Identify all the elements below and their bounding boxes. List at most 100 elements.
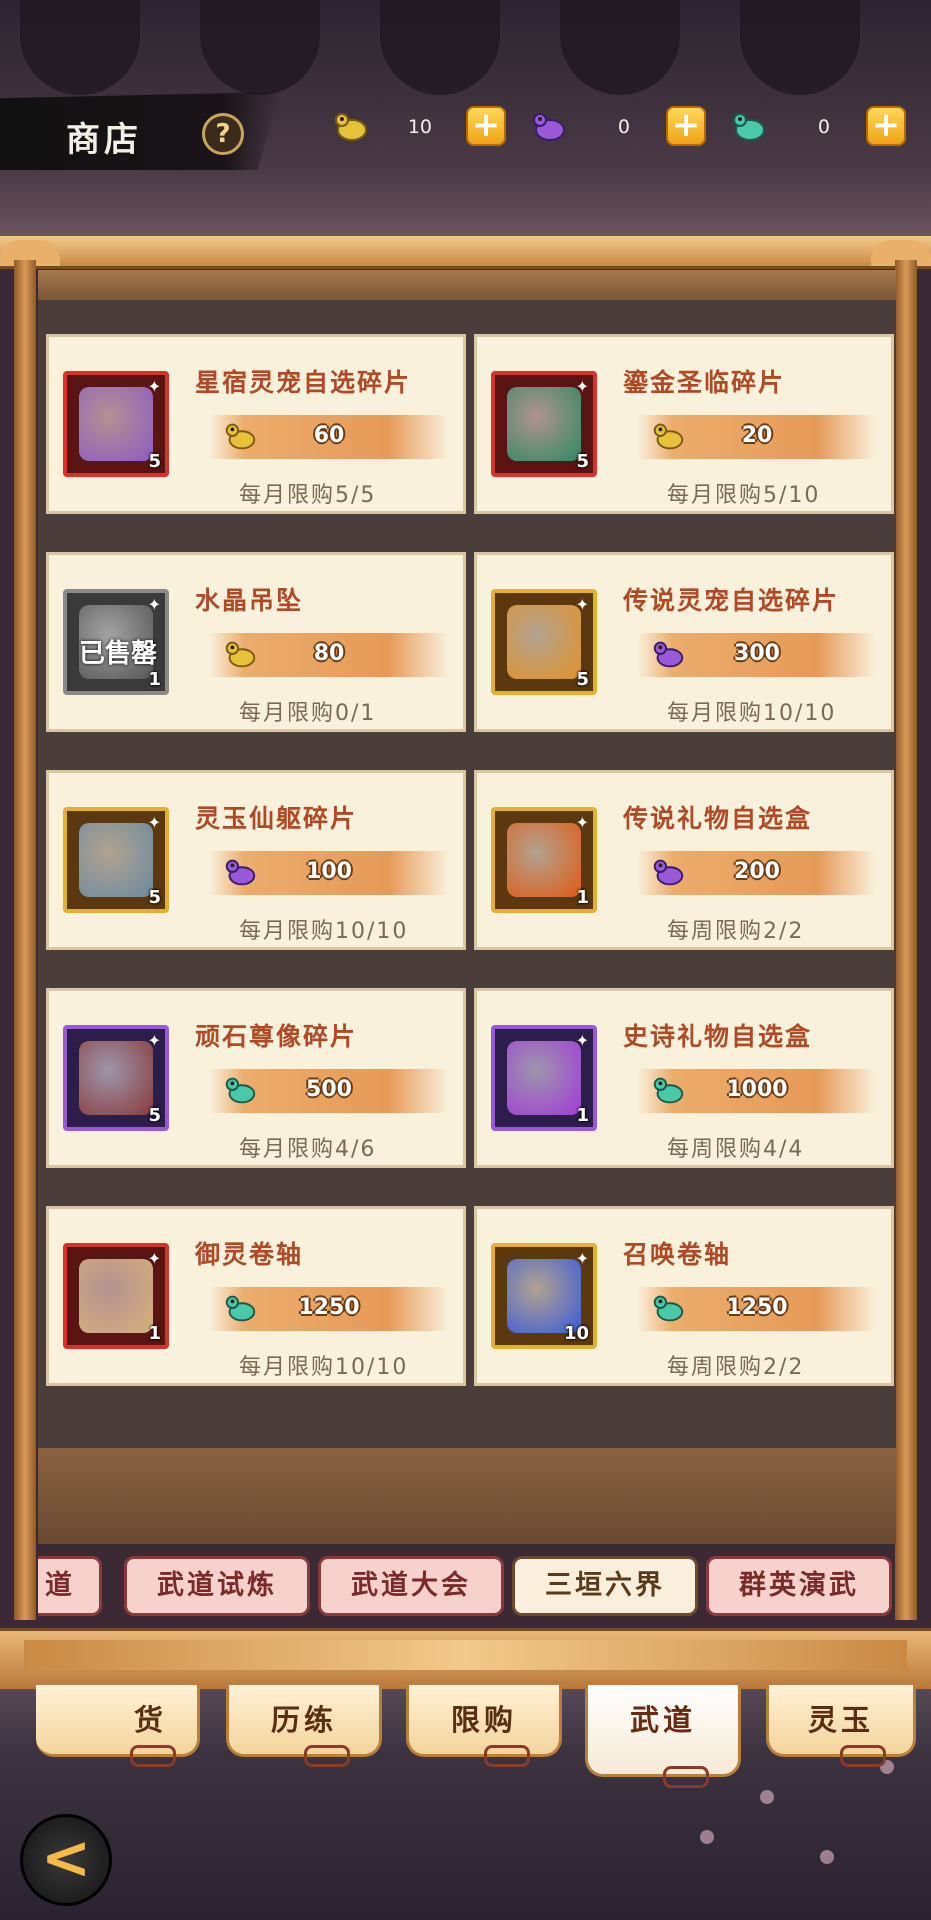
knot-ornament — [663, 1766, 709, 1788]
purchase-limit: 每周限购2/2 — [667, 919, 805, 944]
item-quantity: 10 — [563, 1323, 589, 1344]
item-icon — [79, 1259, 153, 1333]
item-icon-frame: ✦ 5 — [491, 371, 597, 477]
purple-frog-icon — [653, 859, 684, 886]
star-icon: ✦ — [575, 813, 589, 832]
item-name: 传说礼物自选盒 — [623, 804, 813, 833]
shop-item-card[interactable]: ✦ 5 鎏金圣临碎片 20 每月限购5/10 — [474, 334, 894, 514]
item-price: 60 — [313, 423, 345, 448]
item-name: 星宿灵宠自选碎片 — [195, 368, 412, 397]
purchase-limit: 每月限购10/10 — [239, 919, 409, 944]
knot-ornament — [304, 1745, 350, 1767]
frame-post-right — [895, 260, 917, 1620]
item-quantity: 5 — [576, 669, 589, 690]
sold-out-stamp: 已售罄 — [79, 639, 158, 669]
item-price: 80 — [313, 641, 345, 666]
item-name: 鎏金圣临碎片 — [623, 368, 786, 397]
currency-amount: 0 — [817, 116, 830, 138]
item-icon-frame: ✦ 1 — [491, 1025, 597, 1131]
knot-ornament — [130, 1745, 176, 1767]
help-icon[interactable]: ? — [202, 113, 244, 155]
back-button[interactable]: < — [20, 1814, 112, 1906]
tab-xiangou[interactable]: 限购 — [406, 1685, 562, 1757]
star-icon: ✦ — [575, 377, 589, 396]
item-quantity: 1 — [576, 887, 589, 908]
sub-tab-bar: 道 武道试炼 武道大会 三垣六界 群英演武 — [38, 1556, 896, 1620]
star-icon: ✦ — [147, 1031, 161, 1050]
page-title: 商店 — [66, 120, 142, 160]
frame-rail — [38, 270, 896, 300]
item-name: 灵玉仙躯碎片 — [195, 804, 358, 833]
item-quantity: 1 — [576, 1105, 589, 1126]
purple-frog-icon — [533, 113, 565, 141]
add-jade-button[interactable]: + — [866, 106, 906, 146]
jade-frog-icon — [653, 1077, 684, 1104]
gold-frog-icon — [225, 641, 256, 668]
tab-lingyu[interactable]: 灵玉 — [766, 1685, 916, 1757]
knot-ornament — [484, 1745, 530, 1767]
purchase-limit: 每周限购2/2 — [667, 1355, 805, 1380]
shop-item-card[interactable]: ✦ 1 史诗礼物自选盒 1000 每周限购4/4 — [474, 988, 894, 1168]
item-icon — [507, 605, 581, 679]
roof-ornament — [560, 0, 680, 95]
item-price: 1250 — [298, 1295, 360, 1320]
subtab-wudao[interactable]: 道 — [38, 1556, 102, 1616]
shop-item-card[interactable]: ✦ 5 灵玉仙躯碎片 100 每月限购10/10 — [46, 770, 466, 950]
item-quantity: 5 — [148, 451, 161, 472]
gold-frog-icon — [653, 423, 684, 450]
shop-item-card[interactable]: ✦ 5 传说灵宠自选碎片 300 每月限购10/10 — [474, 552, 894, 732]
roof-ornament — [200, 0, 320, 95]
item-price: 20 — [741, 423, 773, 448]
roof-ornament — [380, 0, 500, 95]
item-name: 召唤卷轴 — [623, 1240, 732, 1269]
tab-zahuo[interactable]: 货 — [36, 1685, 200, 1757]
item-quantity: 5 — [148, 1105, 161, 1126]
item-name: 史诗礼物自选盒 — [623, 1022, 813, 1051]
item-name: 顽石尊像碎片 — [195, 1022, 358, 1051]
item-icon-frame: ✦ 10 — [491, 1243, 597, 1349]
purchase-limit: 每月限购0/1 — [239, 701, 377, 726]
add-gold-button[interactable]: + — [466, 106, 506, 146]
knot-ornament — [840, 1745, 886, 1767]
subtab-wudao-tournament[interactable]: 武道大会 — [318, 1556, 504, 1616]
item-quantity: 1 — [148, 669, 161, 690]
item-name: 御灵卷轴 — [195, 1240, 304, 1269]
shop-item-card[interactable]: ✦ 5 星宿灵宠自选碎片 60 每月限购5/5 — [46, 334, 466, 514]
star-icon: ✦ — [147, 813, 161, 832]
shop-item-card[interactable]: ✦ 1 传说礼物自选盒 200 每周限购2/2 — [474, 770, 894, 950]
item-icon — [79, 1041, 153, 1115]
item-quantity: 5 — [576, 451, 589, 472]
item-price: 500 — [306, 1077, 352, 1102]
item-price: 1000 — [726, 1077, 788, 1102]
gold-frog-icon — [335, 113, 367, 141]
roof-ornament — [20, 0, 140, 95]
purchase-limit: 每周限购4/4 — [667, 1137, 805, 1162]
item-price: 100 — [306, 859, 352, 884]
star-icon: ✦ — [575, 1031, 589, 1050]
subtab-sanyuan-liujie[interactable]: 三垣六界 — [512, 1556, 698, 1616]
shop-item-card[interactable]: ✦ 1 御灵卷轴 1250 每月限购10/10 — [46, 1206, 466, 1386]
add-purple-button[interactable]: + — [666, 106, 706, 146]
jade-frog-icon — [225, 1077, 256, 1104]
frame-bottom-inner — [24, 1640, 907, 1670]
tab-lilian[interactable]: 历练 — [226, 1685, 382, 1757]
subtab-qunying-yanwu[interactable]: 群英演武 — [706, 1556, 892, 1616]
item-icon-frame: ✦ 1 — [491, 807, 597, 913]
shop-item-card[interactable]: ✦ 5 顽石尊像碎片 500 每月限购4/6 — [46, 988, 466, 1168]
item-icon — [79, 387, 153, 461]
purchase-limit: 每月限购10/10 — [239, 1355, 409, 1380]
item-price: 1250 — [726, 1295, 788, 1320]
item-icon — [79, 823, 153, 897]
item-price: 300 — [734, 641, 780, 666]
subtab-wudao-trial[interactable]: 武道试炼 — [124, 1556, 310, 1616]
shop-item-card[interactable]: ✦ 1 已售罄 水晶吊坠 80 每月限购0/1 — [46, 552, 466, 732]
jade-frog-icon — [733, 113, 765, 141]
jade-frog-icon — [225, 1295, 256, 1322]
roof-ornament — [740, 0, 860, 95]
frame-post-left — [14, 260, 36, 1620]
shelf — [38, 1448, 896, 1544]
star-icon: ✦ — [575, 1249, 589, 1268]
shop-item-card[interactable]: ✦ 10 召唤卷轴 1250 每周限购2/2 — [474, 1206, 894, 1386]
tab-wudao[interactable]: 武道 — [585, 1685, 741, 1777]
star-icon: ✦ — [575, 595, 589, 614]
